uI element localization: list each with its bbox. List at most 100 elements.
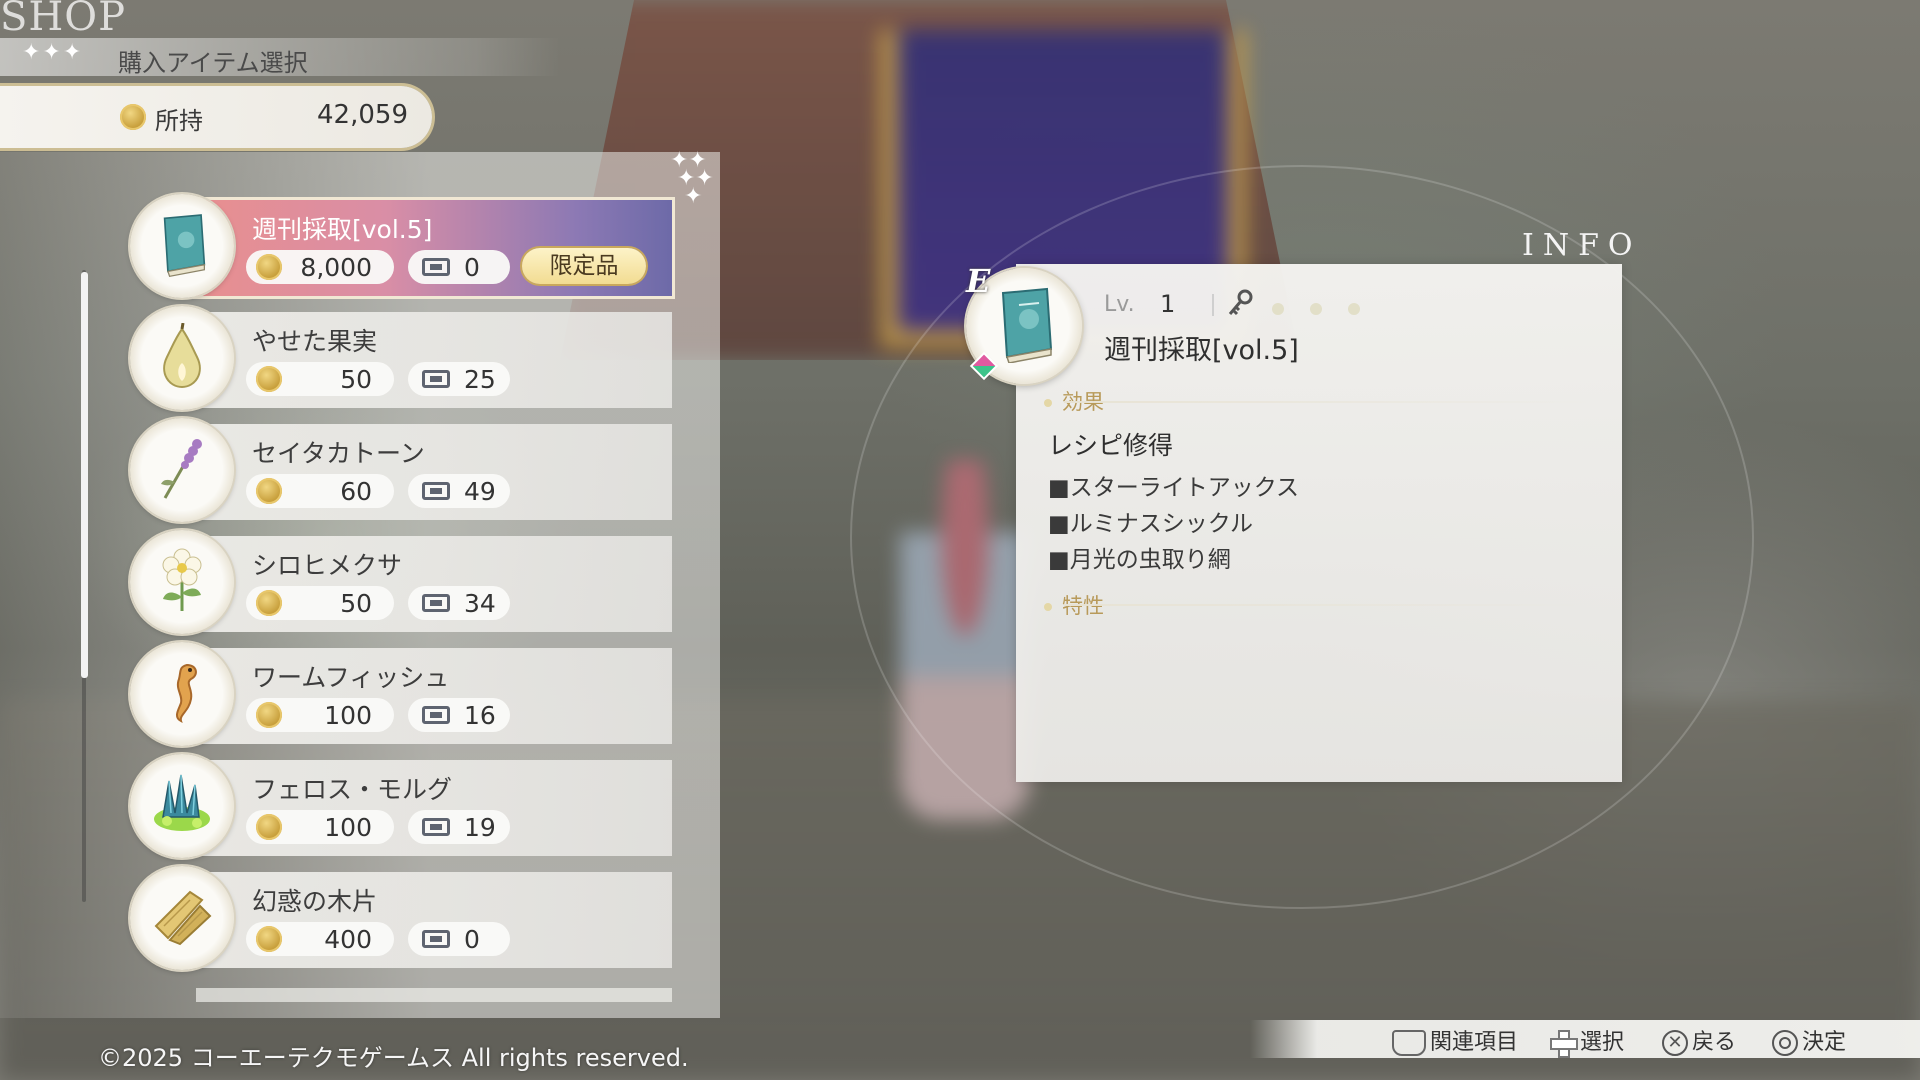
scrollbar-thumb[interactable] bbox=[81, 272, 88, 678]
item-owned-count: 16 bbox=[464, 701, 496, 730]
item-owned-count: 0 bbox=[464, 253, 480, 282]
item-name: ワームフィッシュ bbox=[252, 663, 450, 692]
key-icon bbox=[1226, 288, 1254, 325]
copyright-notice: ©2025 コーエーテクモゲームス All rights reserved. bbox=[98, 1044, 689, 1072]
price-pill: 400 bbox=[246, 922, 394, 956]
cross-button-icon: ✕ bbox=[1662, 1030, 1688, 1056]
item-owned-count: 0 bbox=[464, 925, 480, 954]
effect-recipe-item: ■ルミナスシックル bbox=[1048, 511, 1254, 537]
seahorse-icon bbox=[157, 659, 207, 729]
item-icon-frame bbox=[130, 306, 234, 410]
sparkle-icon: ✦✦ ✦✦ ✦ bbox=[670, 148, 714, 209]
stock-pill: 16 bbox=[408, 698, 510, 732]
limited-badge: 限定品 bbox=[522, 248, 646, 284]
item-price: 50 bbox=[340, 589, 372, 618]
item-owned-count: 49 bbox=[464, 477, 496, 506]
stock-pill: 0 bbox=[408, 922, 510, 956]
coin-icon bbox=[256, 814, 282, 840]
item-icon-frame bbox=[130, 530, 234, 634]
touchpad-icon bbox=[1392, 1030, 1426, 1056]
shop-item-row[interactable]: 幻惑の木片 400 0 bbox=[130, 866, 672, 970]
item-price: 50 bbox=[340, 365, 372, 394]
help-label: 関連項目 bbox=[1430, 1030, 1519, 1055]
item-icon-frame bbox=[130, 418, 234, 522]
item-icon-frame bbox=[130, 642, 234, 746]
coin-icon bbox=[120, 104, 146, 130]
shop-item-row[interactable]: ワームフィッシュ 100 16 bbox=[130, 642, 672, 746]
level-separator bbox=[1212, 294, 1214, 316]
help-back[interactable]: ✕ 戻る bbox=[1662, 1024, 1736, 1056]
shop-title: SHOP bbox=[0, 0, 126, 40]
circle-button-icon bbox=[1772, 1030, 1798, 1056]
info-title: INFO bbox=[1522, 228, 1642, 263]
trait-slot bbox=[1310, 303, 1322, 315]
owned-count-icon bbox=[422, 594, 450, 612]
coin-icon bbox=[256, 254, 282, 280]
book-icon bbox=[153, 211, 211, 281]
shop-item-row[interactable]: フェロス・モルグ 100 19 bbox=[130, 754, 672, 858]
price-pill: 8,000 bbox=[246, 250, 394, 284]
stock-pill: 49 bbox=[408, 474, 510, 508]
item-name: フェロス・モルグ bbox=[252, 775, 453, 804]
item-name: やせた果実 bbox=[252, 327, 378, 356]
coin-icon bbox=[256, 926, 282, 952]
item-name: セイタカトーン bbox=[252, 439, 425, 468]
price-pill: 50 bbox=[246, 362, 394, 396]
shop-item-row[interactable]: セイタカトーン 60 49 bbox=[130, 418, 672, 522]
coin-icon bbox=[256, 590, 282, 616]
green-crystal-icon bbox=[149, 773, 215, 839]
page-subtitle: 購入アイテム選択 bbox=[118, 49, 308, 77]
wallet-display: 所持 42,059 bbox=[0, 86, 432, 148]
section-divider bbox=[1064, 401, 1594, 403]
item-price: 100 bbox=[324, 813, 372, 842]
pear-icon bbox=[155, 322, 209, 393]
stock-pill: 19 bbox=[408, 810, 510, 844]
stock-pill: 0 bbox=[408, 250, 510, 284]
owned-count-icon bbox=[422, 818, 450, 836]
item-price: 60 bbox=[340, 477, 372, 506]
owned-count-icon bbox=[422, 482, 450, 500]
info-item-name: 週刊採取[vol.5] bbox=[1104, 335, 1299, 366]
item-owned-count: 34 bbox=[464, 589, 496, 618]
item-price: 100 bbox=[324, 701, 372, 730]
stock-pill: 25 bbox=[408, 362, 510, 396]
header-bar: ✦✦✦ 購入アイテム選択 bbox=[0, 38, 560, 77]
section-divider bbox=[1064, 604, 1594, 606]
price-pill: 100 bbox=[246, 810, 394, 844]
effect-main-text: レシピ修得 bbox=[1048, 431, 1174, 460]
item-icon-frame bbox=[130, 754, 234, 858]
price-pill: 100 bbox=[246, 698, 394, 732]
wallet-amount: 42,059 bbox=[317, 100, 408, 130]
wood-chip-icon bbox=[150, 886, 214, 950]
trait-slot-dots bbox=[1272, 300, 1386, 319]
trait-slot bbox=[1348, 303, 1360, 315]
help-confirm[interactable]: 決定 bbox=[1772, 1024, 1846, 1056]
equipped-mark: E bbox=[966, 262, 991, 300]
help-label: 選択 bbox=[1580, 1030, 1625, 1055]
effect-recipe-item: ■スターライトアックス bbox=[1048, 475, 1300, 501]
level-value: 1 bbox=[1160, 290, 1176, 318]
effect-recipe-item: ■月光の虫取り網 bbox=[1048, 547, 1231, 573]
help-label: 戻る bbox=[1692, 1030, 1737, 1055]
help-select[interactable]: 選択 bbox=[1550, 1024, 1625, 1058]
item-icon-frame bbox=[130, 866, 234, 970]
owned-count-icon bbox=[422, 930, 450, 948]
lavender-icon bbox=[153, 434, 211, 506]
owned-count-icon bbox=[422, 706, 450, 724]
white-flower-icon bbox=[153, 547, 211, 617]
item-owned-count: 19 bbox=[464, 813, 496, 842]
item-price: 8,000 bbox=[300, 253, 372, 282]
header-stars-icon: ✦✦✦ bbox=[22, 40, 84, 65]
dpad-icon bbox=[1550, 1030, 1578, 1058]
wallet-label: 所持 bbox=[155, 107, 203, 135]
owned-count-icon bbox=[422, 258, 450, 276]
shop-item-row[interactable]: 週刊採取[vol.5] 8,000 0 限定品 bbox=[130, 194, 672, 298]
item-owned-count: 25 bbox=[464, 365, 496, 394]
shop-item-row[interactable]: やせた果実 50 25 bbox=[130, 306, 672, 410]
list-item-partial[interactable] bbox=[196, 988, 672, 1002]
shop-item-row[interactable]: シロヒメクサ 50 34 bbox=[130, 530, 672, 634]
item-name: 幻惑の木片 bbox=[252, 887, 378, 916]
help-label: 決定 bbox=[1802, 1030, 1847, 1055]
help-related-items[interactable]: 関連項目 bbox=[1392, 1024, 1518, 1056]
item-name: 週刊採取[vol.5] bbox=[252, 215, 433, 244]
